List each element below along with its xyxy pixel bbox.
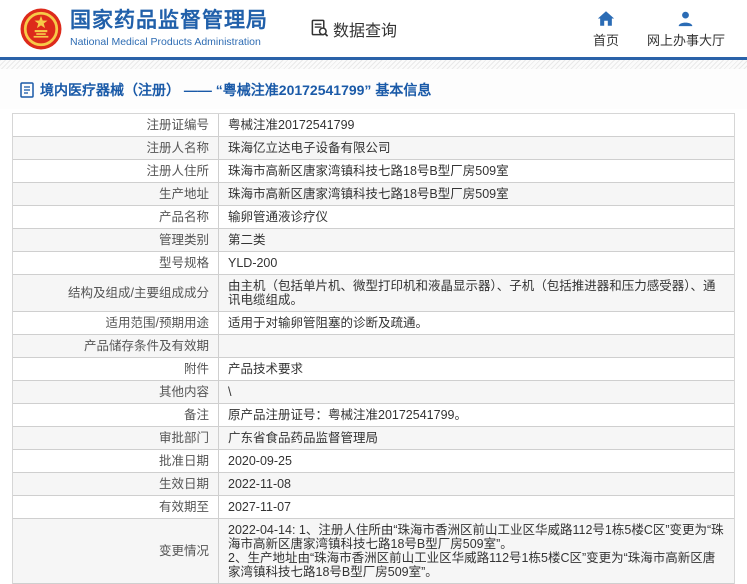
document-icon <box>20 82 34 98</box>
row-label: 生产地址 <box>13 183 219 205</box>
row-label: 有效期至 <box>13 496 219 518</box>
row-label: 注册人住所 <box>13 160 219 182</box>
table-row: 审批部门 广东省食品药品监督管理局 <box>13 427 734 450</box>
row-value: YLD-200 <box>228 256 278 270</box>
row-value: 适用于对输卵管阻塞的诊断及疏通。 <box>228 316 429 330</box>
row-value: 2022-11-08 <box>228 477 292 491</box>
row-value: 产品技术要求 <box>228 362 304 376</box>
table-row: 生效日期 2022-11-08 <box>13 473 734 496</box>
table-row: 生产地址 珠海市高新区唐家湾镇科技七路18号B型厂房509室 <box>13 183 734 206</box>
table-row: 备注 原产品注册证号：粤械注准20172541799。 <box>13 404 734 427</box>
row-label: 审批部门 <box>13 427 219 449</box>
registration-info-table: 注册证编号 粤械注准20172541799 注册人名称 珠海亿立达电子设备有限公… <box>12 113 735 584</box>
hatched-strip <box>0 60 747 69</box>
row-value: 珠海市高新区唐家湾镇科技七路18号B型厂房509室 <box>228 187 509 201</box>
table-row: 附件 产品技术要求 <box>13 358 734 381</box>
table-row: 产品储存条件及有效期 <box>13 335 734 358</box>
national-emblem-icon <box>20 8 62 49</box>
row-label: 管理类别 <box>13 229 219 251</box>
table-row: 产品名称 输卵管通液诊疗仪 <box>13 206 734 229</box>
row-value <box>219 335 734 357</box>
nav-online-hall[interactable]: 网上办事大厅 <box>647 9 725 49</box>
table-row: 批准日期 2020-09-25 <box>13 450 734 473</box>
nav-home[interactable]: 首页 <box>593 9 619 49</box>
row-label: 结构及组成/主要组成成分 <box>13 275 219 311</box>
table-row: 注册人名称 珠海亿立达电子设备有限公司 <box>13 137 734 160</box>
row-label: 变更情况 <box>13 519 219 583</box>
nav-home-label: 首页 <box>592 32 619 48</box>
table-row: 管理类别 第二类 <box>13 229 734 252</box>
data-query-label: 数据查询 <box>333 22 398 40</box>
data-query-tab[interactable]: 数据查询 <box>310 17 397 41</box>
table-row: 型号规格 YLD-200 <box>13 252 734 275</box>
table-row: 注册证编号 粤械注准20172541799 <box>13 114 734 137</box>
org-title: 国家药品监督管理局 <box>70 9 268 33</box>
row-value: 2022-04-14: 1、注册人住所由“珠海市香洲区前山工业区华威路112号1… <box>228 523 724 579</box>
row-value: 输卵管通液诊疗仪 <box>228 210 329 224</box>
row-label: 批准日期 <box>13 450 219 472</box>
row-value: 原产品注册证号：粤械注准20172541799。 <box>228 408 467 422</box>
table-row: 有效期至 2027-11-07 <box>13 496 734 519</box>
row-value: 由主机（包括单片机、微型打印机和液晶显示器）、子机（包括推进器和压力感受器）、通… <box>228 279 716 307</box>
row-value: 广东省食品药品监督管理局 <box>228 431 379 445</box>
org-subtitle: National Medical Products Administration <box>70 35 261 48</box>
row-label: 适用范围/预期用途 <box>13 312 219 334</box>
row-value: 第二类 <box>228 233 266 247</box>
home-icon <box>597 9 615 27</box>
row-label: 产品储存条件及有效期 <box>13 335 219 357</box>
row-value: 2020-09-25 <box>228 454 292 468</box>
table-row: 其他内容 \ <box>13 381 734 404</box>
nav-online-hall-label: 网上办事大厅 <box>646 32 725 48</box>
table-row: 适用范围/预期用途 适用于对输卵管阻塞的诊断及疏通。 <box>13 312 734 335</box>
row-label: 产品名称 <box>13 206 219 228</box>
row-label: 注册人名称 <box>13 137 219 159</box>
row-label: 型号规格 <box>13 252 219 274</box>
nmpa-logo[interactable]: 国家药品监督管理局 National Medical Products Admi… <box>20 8 268 50</box>
section-title-bar: 境内医疗器械（注册） —— “粤械注准20172541799” 基本信息 <box>0 69 747 109</box>
row-label: 其他内容 <box>13 381 219 403</box>
row-label: 注册证编号 <box>13 114 219 136</box>
row-value: 粤械注准20172541799 <box>228 118 355 132</box>
row-value: 珠海亿立达电子设备有限公司 <box>228 141 391 155</box>
user-icon <box>677 9 694 27</box>
table-row: 注册人住所 珠海市高新区唐家湾镇科技七路18号B型厂房509室 <box>13 160 734 183</box>
row-value: \ <box>228 385 232 399</box>
data-query-icon <box>311 19 329 37</box>
site-header: 国家药品监督管理局 National Medical Products Admi… <box>0 0 747 57</box>
table-row: 变更情况 2022-04-14: 1、注册人住所由“珠海市香洲区前山工业区华威路… <box>13 519 734 584</box>
table-row: 结构及组成/主要组成成分 由主机（包括单片机、微型打印机和液晶显示器）、子机（包… <box>13 275 734 312</box>
row-value: 珠海市高新区唐家湾镇科技七路18号B型厂房509室 <box>228 164 509 178</box>
row-label: 附件 <box>13 358 219 380</box>
top-nav: 首页 网上办事大厅 <box>593 9 725 49</box>
row-value: 2027-11-07 <box>228 500 292 514</box>
row-label: 备注 <box>13 404 219 426</box>
page-title: 境内医疗器械（注册） —— “粤械注准20172541799” 基本信息 <box>40 82 432 98</box>
row-label: 生效日期 <box>13 473 219 495</box>
